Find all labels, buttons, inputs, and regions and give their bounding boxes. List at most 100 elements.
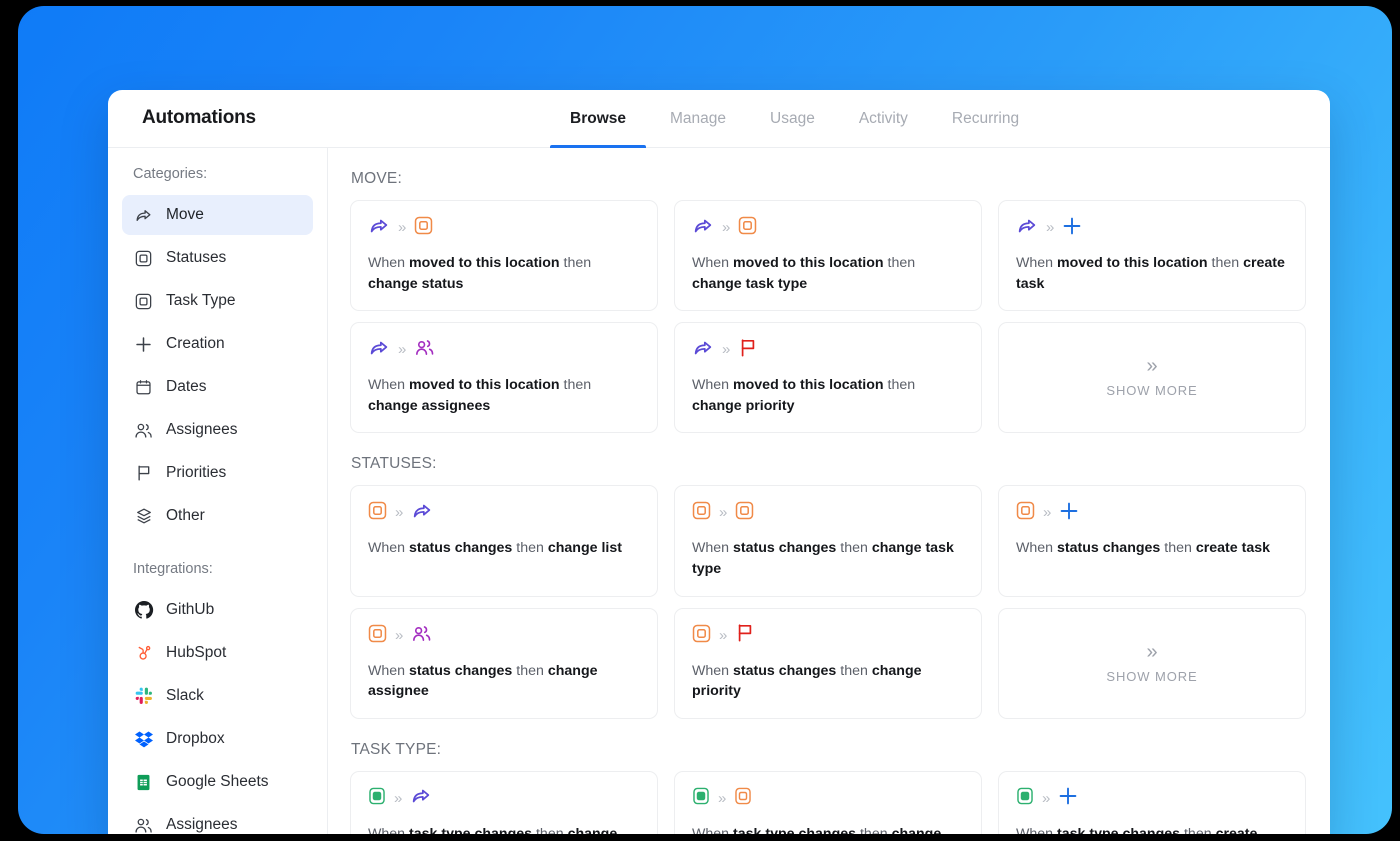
sidebar-item-priorities[interactable]: Priorities: [122, 453, 313, 493]
card-grid-task-type: » When task type changes then change lis…: [350, 771, 1306, 834]
automation-card[interactable]: » When task type changes then change: [674, 771, 982, 834]
tab-usage[interactable]: Usage: [748, 90, 837, 148]
move-arrow-icon: [1016, 215, 1038, 242]
people-icon: [414, 337, 435, 363]
automation-browser: MOVE: »: [328, 148, 1330, 834]
github-icon: [134, 601, 153, 620]
automation-card[interactable]: » When moved to this location then chang: [674, 200, 982, 311]
sidebar-item-statuses[interactable]: Statuses: [122, 238, 313, 278]
card-icon-pair: »: [692, 624, 964, 648]
card-grid-statuses: » When status changes then change list: [350, 485, 1306, 718]
people-icon: [134, 816, 153, 835]
card-description: When status changes then change priority: [692, 661, 964, 702]
sidebar-item-creation[interactable]: Creation: [122, 324, 313, 364]
layers-icon: [134, 507, 153, 526]
sidebar-item-hubspot[interactable]: HubSpot: [122, 633, 313, 673]
plus-icon: [1058, 786, 1078, 811]
card-icon-pair: »: [368, 216, 640, 240]
sidebar-item-other[interactable]: Other: [122, 496, 313, 536]
status-square-icon: [692, 501, 711, 525]
sidebar-item-label: Task Type: [166, 292, 236, 310]
status-square-icon: [368, 624, 387, 648]
automation-card[interactable]: » When moved to this location then creat…: [998, 200, 1306, 311]
task-type-square-icon: [368, 787, 386, 810]
flag-icon: [738, 338, 758, 363]
automation-card[interactable]: » When status changes then change task t: [674, 485, 982, 596]
move-arrow-icon: [692, 215, 714, 242]
chevron-right-icon: »: [395, 505, 403, 520]
automation-card[interactable]: » When task type changes then change lis…: [350, 771, 658, 834]
sidebar-item-move[interactable]: Move: [122, 195, 313, 235]
plus-icon: [1059, 501, 1079, 526]
card-description: When task type changes then change: [692, 824, 964, 834]
section-title-task-type: TASK TYPE:: [351, 741, 1306, 759]
automation-card[interactable]: » When moved to this location then chang: [674, 322, 982, 433]
chevron-right-icon: »: [1046, 220, 1054, 235]
move-arrow-icon: [368, 337, 390, 364]
tab-browse[interactable]: Browse: [548, 90, 648, 148]
flag-icon: [134, 464, 153, 483]
card-icon-pair: »: [692, 787, 964, 811]
tab-activity[interactable]: Activity: [837, 90, 930, 148]
automation-card[interactable]: »: [350, 322, 658, 433]
sidebar-item-assignees[interactable]: Assignees: [122, 410, 313, 450]
screenshot-root: Automations Browse Manage Usage Activity…: [0, 0, 1400, 841]
sidebar-item-dropbox[interactable]: Dropbox: [122, 719, 313, 759]
move-arrow-icon: [134, 206, 153, 225]
automations-app-panel: Automations Browse Manage Usage Activity…: [108, 90, 1330, 834]
status-square-icon: [414, 216, 433, 240]
status-square-icon: [1016, 501, 1035, 525]
sidebar-item-slack[interactable]: Slack: [122, 676, 313, 716]
chevron-right-icon: »: [722, 342, 730, 357]
chevron-right-icon: »: [718, 791, 726, 806]
card-icon-pair: »: [368, 787, 640, 811]
card-description: When moved to this location then change …: [692, 375, 964, 416]
sidebar-item-label: Statuses: [166, 249, 226, 267]
card-description: When task type changes then change list: [368, 824, 640, 834]
section-title-move: MOVE:: [351, 170, 1306, 188]
show-more-button[interactable]: » SHOW MORE: [998, 608, 1306, 719]
dropbox-icon: [134, 730, 153, 749]
chevron-right-icon: »: [1043, 505, 1051, 520]
card-description: When status changes then change assignee: [368, 661, 640, 702]
sidebar-item-label: GithUb: [166, 601, 214, 619]
move-arrow-icon: [410, 785, 432, 812]
sidebar-item-label: Priorities: [166, 464, 226, 482]
automation-card[interactable]: » When status changes then create task: [998, 485, 1306, 596]
show-more-button[interactable]: » SHOW MORE: [998, 322, 1306, 433]
sidebar-item-label: Slack: [166, 687, 204, 705]
automation-card[interactable]: » When status changes then change list: [350, 485, 658, 596]
automation-card[interactable]: » When status changes then change priori: [674, 608, 982, 719]
sidebar-item-label: Move: [166, 206, 204, 224]
chevron-right-icon: »: [722, 220, 730, 235]
show-more-label: SHOW MORE: [1106, 669, 1197, 684]
task-type-square-icon: [738, 216, 757, 240]
status-square-icon: [368, 501, 387, 525]
sidebar-item-label: Assignees: [166, 816, 238, 834]
sidebar-item-dates[interactable]: Dates: [122, 367, 313, 407]
automation-card[interactable]: »: [350, 608, 658, 719]
card-description: When moved to this location then change …: [692, 253, 964, 294]
sidebar-categories-label: Categories:: [108, 166, 327, 194]
status-square-icon: [692, 624, 711, 648]
sidebar-item-label: HubSpot: [166, 644, 226, 662]
automation-card[interactable]: » When moved to this location then chang: [350, 200, 658, 311]
tab-recurring[interactable]: Recurring: [930, 90, 1041, 148]
chevron-double-right-icon: »: [1146, 642, 1157, 662]
task-type-square-icon: [735, 501, 754, 525]
sidebar-item-github[interactable]: GithUb: [122, 590, 313, 630]
sidebar-item-google-sheets[interactable]: Google Sheets: [122, 762, 313, 802]
card-description: When status changes then change task typ…: [692, 538, 964, 579]
sidebar-item-label: Dates: [166, 378, 207, 396]
calendar-icon: [134, 378, 153, 397]
move-arrow-icon: [411, 500, 433, 527]
chevron-right-icon: »: [719, 628, 727, 643]
automation-card[interactable]: » When task type changes then create tas…: [998, 771, 1306, 834]
tab-manage[interactable]: Manage: [648, 90, 748, 148]
page-title: Automations: [142, 107, 256, 129]
sidebar-item-task-type[interactable]: Task Type: [122, 281, 313, 321]
card-icon-pair: »: [368, 624, 640, 648]
card-icon-pair: »: [368, 501, 640, 525]
sidebar-item-assignees-partial[interactable]: Assignees: [122, 805, 313, 834]
status-square-icon: [734, 787, 752, 810]
